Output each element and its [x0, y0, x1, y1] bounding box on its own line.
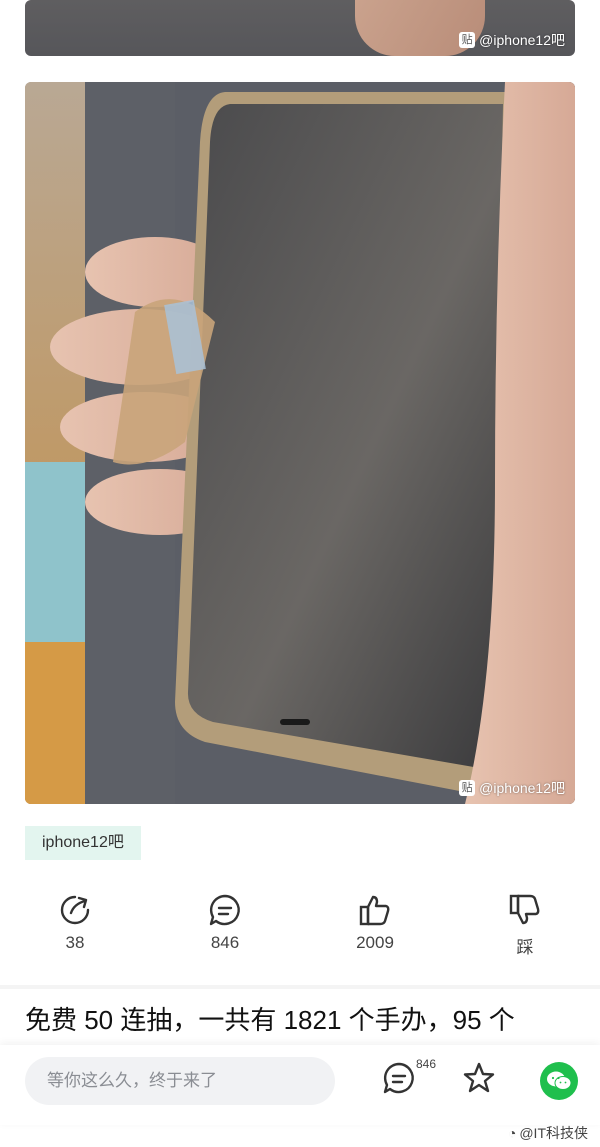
post-image-main[interactable]: 贴 @iphone12吧	[25, 82, 575, 804]
credit-text: @IT科技侠	[519, 1125, 588, 1141]
comment-button[interactable]: 846	[185, 893, 265, 953]
share-icon	[60, 895, 90, 925]
like-button[interactable]: 2009	[335, 893, 415, 953]
watermark-text: @iphone12吧	[479, 32, 565, 48]
dislike-button[interactable]: 踩	[485, 893, 565, 958]
watermark-badge: 贴	[459, 780, 476, 796]
thumbs-up-icon	[359, 895, 390, 926]
like-count: 2009	[356, 933, 394, 952]
comment-count: 846	[210, 933, 240, 952]
share-button[interactable]: 38	[35, 893, 115, 953]
thumbs-down-icon	[509, 894, 540, 925]
image-watermark: 贴 @iphone12吧	[459, 778, 565, 798]
forum-tag[interactable]: iphone12吧	[25, 826, 141, 860]
watermark-text: @iphone12吧	[479, 780, 565, 796]
post-image-top[interactable]: 贴 @iphone12吧	[25, 0, 575, 56]
bar-comment-count: 846	[416, 1057, 437, 1071]
watermark-badge: 贴	[459, 32, 476, 48]
comment-icon[interactable]	[382, 1061, 416, 1095]
star-icon[interactable]	[462, 1061, 496, 1095]
bottom-bar: 等你这么久，终于来了 846	[0, 1045, 600, 1125]
comment-icon	[209, 894, 240, 926]
phone-photo	[25, 82, 575, 804]
divider	[0, 985, 600, 989]
share-count: 38	[65, 933, 85, 952]
wechat-icon	[547, 1071, 572, 1090]
weibo-icon: ◔	[507, 1125, 517, 1141]
post-actions: 38 846 2009 踩	[0, 893, 600, 963]
credit-watermark: ◔ @IT科技侠	[508, 1123, 588, 1143]
image-watermark: 贴 @iphone12吧	[459, 30, 565, 50]
wechat-share-button[interactable]	[540, 1062, 578, 1100]
next-post-title[interactable]: 免费 50 连抽，一共有 1821 个手办，95 个	[25, 1000, 585, 1042]
dislike-label: 踩	[516, 938, 534, 957]
comment-input[interactable]: 等你这么久，终于来了	[25, 1057, 335, 1105]
